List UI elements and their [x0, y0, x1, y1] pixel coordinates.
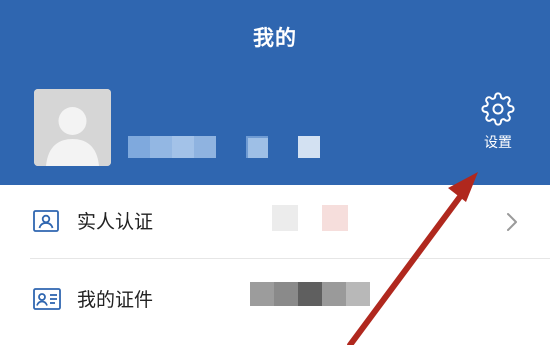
- annotation-arrow: [347, 172, 478, 345]
